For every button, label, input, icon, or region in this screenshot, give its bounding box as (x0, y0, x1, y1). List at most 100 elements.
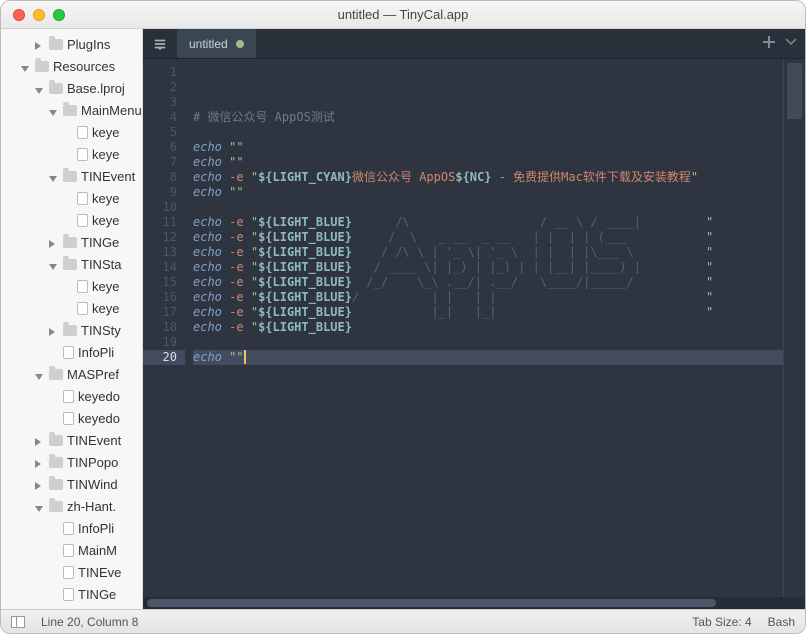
file-icon (63, 544, 74, 557)
window-controls (1, 9, 65, 21)
tree-item-label: keye (92, 125, 119, 140)
file-icon (77, 280, 88, 293)
tree-folder[interactable]: MainMenu (1, 99, 142, 121)
tree-folder[interactable]: TINSta (1, 253, 142, 275)
tree-folder[interactable]: Base.lproj (1, 77, 142, 99)
tree-file[interactable]: keye (1, 121, 142, 143)
file-tree[interactable]: PlugIns Resources Base.lproj MainMenu keye ke… (1, 29, 143, 609)
dirty-indicator-icon (236, 40, 244, 48)
tree-file[interactable]: keye (1, 275, 142, 297)
folder-icon (49, 39, 63, 50)
app-window: untitled — TinyCal.app PlugIns Resources B… (0, 0, 806, 634)
minimap-viewport[interactable] (787, 63, 802, 119)
line-number-gutter[interactable]: 1234567891011121314151617181920 (143, 59, 185, 597)
editor-area: untitled 1234567891011121314151617181920… (143, 29, 805, 609)
tree-file[interactable]: keyedo (1, 407, 142, 429)
tree-item-label: MainMenu (81, 103, 142, 118)
editor-body: 1234567891011121314151617181920 # 微信公众号 … (143, 59, 805, 597)
tree-folder[interactable]: MASPref (1, 363, 142, 385)
tree-file[interactable]: keye (1, 143, 142, 165)
tree-item-label: PlugIns (67, 37, 110, 52)
tree-item-label: MainM (78, 543, 117, 558)
tab-label: untitled (189, 37, 228, 51)
tree-item-label: keye (92, 279, 119, 294)
tree-item-label: TINSty (81, 323, 121, 338)
tree-item-label: zh-Hant. (67, 499, 116, 514)
minimap[interactable] (783, 59, 805, 597)
tree-folder[interactable]: TINPopo (1, 451, 142, 473)
tree-folder[interactable]: TINWind (1, 473, 142, 495)
horizontal-scrollbar-track[interactable] (143, 597, 805, 609)
tab-list-button[interactable] (143, 29, 177, 58)
tree-file[interactable]: keye (1, 297, 142, 319)
maximize-button[interactable] (53, 9, 65, 21)
folder-icon (63, 105, 77, 116)
folder-icon (63, 171, 77, 182)
folder-icon (49, 457, 63, 468)
tree-folder[interactable]: TINGe (1, 231, 142, 253)
code-content[interactable]: # 微信公众号 AppOS测试 echo ""echo ""echo -e "$… (185, 59, 783, 597)
tree-folder[interactable]: TINEvent (1, 429, 142, 451)
tree-item-label: keye (92, 191, 119, 206)
file-icon (63, 390, 74, 403)
cursor-position[interactable]: Line 20, Column 8 (41, 615, 138, 629)
tree-file[interactable]: MainM (1, 539, 142, 561)
tree-item-label: TINGe (78, 587, 116, 602)
tree-item-label: InfoPli (78, 521, 114, 536)
new-tab-button[interactable] (763, 36, 775, 51)
tree-item-label: keyedo (78, 389, 120, 404)
tree-item-label: InfoPli (78, 345, 114, 360)
file-icon (63, 412, 74, 425)
folder-icon (63, 325, 77, 336)
tree-file[interactable]: keye (1, 187, 142, 209)
tree-item-label: keye (92, 213, 119, 228)
file-icon (63, 346, 74, 359)
tree-item-label: TINSta (81, 257, 121, 272)
tree-file[interactable]: keyedo (1, 385, 142, 407)
tree-item-label: keyedo (78, 411, 120, 426)
syntax-mode[interactable]: Bash (768, 615, 795, 629)
folder-icon (49, 435, 63, 446)
titlebar: untitled — TinyCal.app (1, 1, 805, 29)
tree-item-label: keye (92, 301, 119, 316)
tree-folder[interactable]: PlugIns (1, 33, 142, 55)
tree-folder[interactable]: TINSty (1, 319, 142, 341)
tree-item-label: TINGe (81, 235, 119, 250)
tree-file[interactable]: InfoPli (1, 341, 142, 363)
file-icon (63, 566, 74, 579)
file-icon (63, 588, 74, 601)
tree-folder[interactable]: TINEvent (1, 165, 142, 187)
folder-icon (63, 237, 77, 248)
folder-icon (49, 501, 63, 512)
window-title: untitled — TinyCal.app (1, 7, 805, 22)
tree-item-label: TINPopo (67, 455, 118, 470)
tab-actions (763, 29, 805, 58)
folder-icon (49, 369, 63, 380)
folder-icon (49, 83, 63, 94)
tree-file[interactable]: TINGe (1, 583, 142, 605)
file-icon (77, 214, 88, 227)
file-icon (77, 302, 88, 315)
folder-icon (49, 479, 63, 490)
panel-toggle-icon[interactable] (11, 616, 25, 628)
file-icon (77, 192, 88, 205)
tab-strip: untitled (143, 29, 805, 59)
statusbar: Line 20, Column 8 Tab Size: 4 Bash (1, 609, 805, 633)
tab-size-setting[interactable]: Tab Size: 4 (692, 615, 751, 629)
tree-file[interactable]: InfoPli (1, 517, 142, 539)
tree-item-label: MASPref (67, 367, 119, 382)
tree-folder[interactable]: zh-Hant. (1, 495, 142, 517)
tree-item-label: Resources (53, 59, 115, 74)
close-button[interactable] (13, 9, 25, 21)
minimize-button[interactable] (33, 9, 45, 21)
tree-folder[interactable]: Resources (1, 55, 142, 77)
tree-file[interactable]: TINEve (1, 561, 142, 583)
tab-overflow-button[interactable] (785, 36, 797, 51)
folder-icon (63, 259, 77, 270)
tab-untitled[interactable]: untitled (177, 29, 257, 58)
file-icon (77, 148, 88, 161)
tree-file[interactable]: keye (1, 209, 142, 231)
tree-item-label: Base.lproj (67, 81, 125, 96)
file-icon (63, 522, 74, 535)
horizontal-scrollbar-thumb[interactable] (147, 599, 716, 607)
